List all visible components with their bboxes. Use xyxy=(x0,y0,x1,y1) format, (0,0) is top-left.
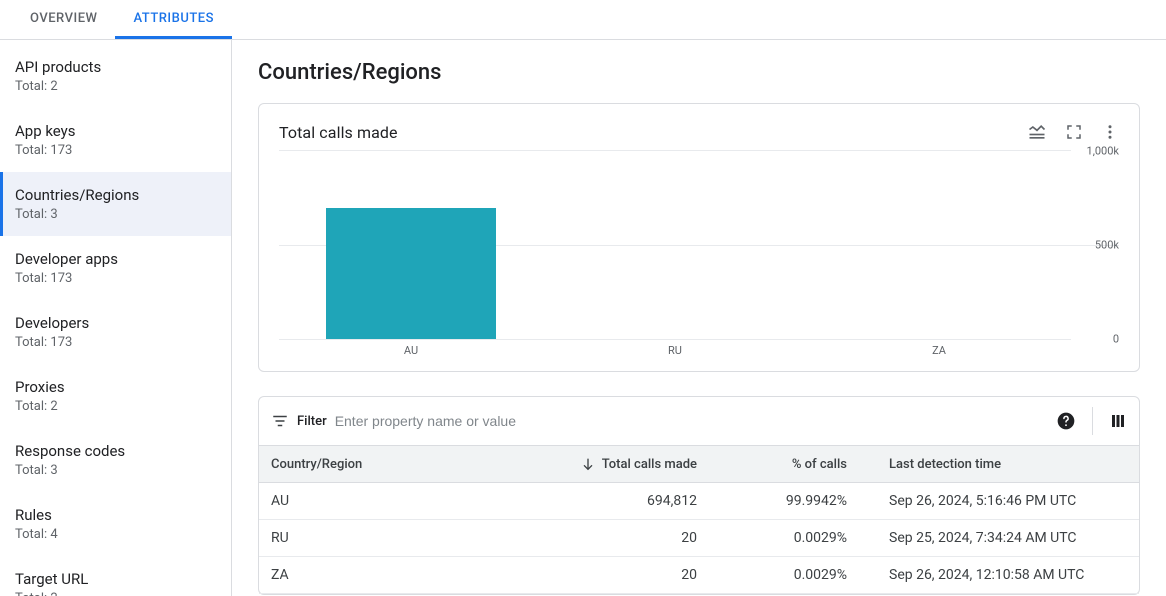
sidebar-item-label: Proxies xyxy=(15,378,219,396)
chart-xtick-label: RU xyxy=(543,340,807,357)
fullscreen-icon[interactable] xyxy=(1065,122,1083,142)
sidebar-item-label: Developer apps xyxy=(15,250,219,268)
help-icon[interactable] xyxy=(1056,411,1076,431)
th-country[interactable]: Country/Region xyxy=(259,446,519,482)
cell-pct: 99.9942% xyxy=(709,483,859,519)
table-body: AU694,81299.9942%Sep 26, 2024, 5:16:46 P… xyxy=(259,483,1139,594)
sidebar-item-developers[interactable]: Developers Total: 173 xyxy=(0,300,231,364)
sort-desc-icon xyxy=(580,456,596,472)
sidebar-item-total: Total: 2 xyxy=(15,79,219,94)
sidebar-item-total: Total: 2 xyxy=(15,399,219,414)
sidebar-item-response-codes[interactable]: Response codes Total: 3 xyxy=(0,428,231,492)
table-row[interactable]: AU694,81299.9942%Sep 26, 2024, 5:16:46 P… xyxy=(259,483,1139,520)
sidebar-item-label: Target URL xyxy=(15,570,219,588)
sidebar-item-app-keys[interactable]: App keys Total: 173 xyxy=(0,108,231,172)
chart-card: Total calls made xyxy=(258,103,1140,372)
chart-ytick-label: 500k xyxy=(1075,239,1119,252)
cell-calls: 20 xyxy=(519,520,709,556)
page-title: Countries/Regions xyxy=(258,60,1140,85)
filter-label: Filter xyxy=(297,414,327,429)
sidebar-item-total: Total: 3 xyxy=(15,463,219,478)
chart-title: Total calls made xyxy=(279,123,398,142)
sidebar-item-total: Total: 173 xyxy=(15,271,219,286)
more-vert-icon[interactable] xyxy=(1101,122,1119,142)
sidebar: API products Total: 2 App keys Total: 173 Co… xyxy=(0,40,232,596)
sidebar-item-total: Total: 173 xyxy=(15,335,219,350)
sidebar-item-label: Response codes xyxy=(15,442,219,460)
cell-time: Sep 26, 2024, 5:16:46 PM UTC xyxy=(859,483,1139,519)
chart-x-axis: AURUZA xyxy=(279,340,1071,357)
sidebar-item-proxies[interactable]: Proxies Total: 2 xyxy=(0,364,231,428)
tab-attributes[interactable]: ATTRIBUTES xyxy=(115,0,231,39)
cell-time: Sep 25, 2024, 7:34:24 AM UTC xyxy=(859,520,1139,556)
table-header-row: Country/Region Total calls made % of cal… xyxy=(259,445,1139,483)
cell-country: RU xyxy=(259,520,519,556)
cell-pct: 0.0029% xyxy=(709,557,859,593)
chart-bar-au[interactable] xyxy=(326,208,496,339)
divider xyxy=(1092,407,1093,435)
sidebar-item-label: Developers xyxy=(15,314,219,332)
legend-toggle-icon[interactable] xyxy=(1027,122,1047,142)
data-table-card: Filter xyxy=(258,396,1140,595)
filter-input[interactable] xyxy=(335,413,1056,429)
sidebar-item-total: Total: 4 xyxy=(15,527,219,542)
tab-bar: OVERVIEW ATTRIBUTES xyxy=(0,0,1166,40)
th-total-calls-label: Total calls made xyxy=(602,457,697,472)
sidebar-item-total: Total: 173 xyxy=(15,143,219,158)
chart-ytick-label: 0 xyxy=(1075,333,1119,346)
cell-pct: 0.0029% xyxy=(709,520,859,556)
th-last-detection[interactable]: Last detection time xyxy=(859,446,1139,482)
th-total-calls[interactable]: Total calls made xyxy=(519,446,709,482)
table-row[interactable]: RU200.0029%Sep 25, 2024, 7:34:24 AM UTC xyxy=(259,520,1139,557)
sidebar-item-total: Total: 2 xyxy=(15,591,219,596)
cell-calls: 20 xyxy=(519,557,709,593)
cell-time: Sep 26, 2024, 12:10:58 AM UTC xyxy=(859,557,1139,593)
sidebar-item-label: API products xyxy=(15,58,219,76)
sidebar-item-rules[interactable]: Rules Total: 4 xyxy=(0,492,231,556)
th-percent[interactable]: % of calls xyxy=(709,446,859,482)
tab-overview[interactable]: OVERVIEW xyxy=(12,0,115,39)
chart-plot: 0500k1,000k xyxy=(279,150,1071,340)
filter-list-icon[interactable] xyxy=(271,412,289,430)
columns-icon[interactable] xyxy=(1109,412,1127,430)
table-row[interactable]: ZA200.0029%Sep 26, 2024, 12:10:58 AM UTC xyxy=(259,557,1139,594)
sidebar-item-countries-regions[interactable]: Countries/Regions Total: 3 xyxy=(0,172,231,236)
cell-country: ZA xyxy=(259,557,519,593)
sidebar-item-label: App keys xyxy=(15,122,219,140)
cell-calls: 694,812 xyxy=(519,483,709,519)
chart-xtick-label: AU xyxy=(279,340,543,357)
sidebar-item-developer-apps[interactable]: Developer apps Total: 173 xyxy=(0,236,231,300)
sidebar-item-total: Total: 3 xyxy=(15,207,219,222)
sidebar-item-label: Rules xyxy=(15,506,219,524)
sidebar-item-label: Countries/Regions xyxy=(15,186,219,204)
cell-country: AU xyxy=(259,483,519,519)
sidebar-item-api-products[interactable]: API products Total: 2 xyxy=(0,44,231,108)
main-content: Countries/Regions Total calls made xyxy=(232,40,1166,596)
chart-ytick-label: 1,000k xyxy=(1075,145,1119,158)
chart-xtick-label: ZA xyxy=(807,340,1071,357)
sidebar-item-target-url[interactable]: Target URL Total: 2 xyxy=(0,556,231,596)
